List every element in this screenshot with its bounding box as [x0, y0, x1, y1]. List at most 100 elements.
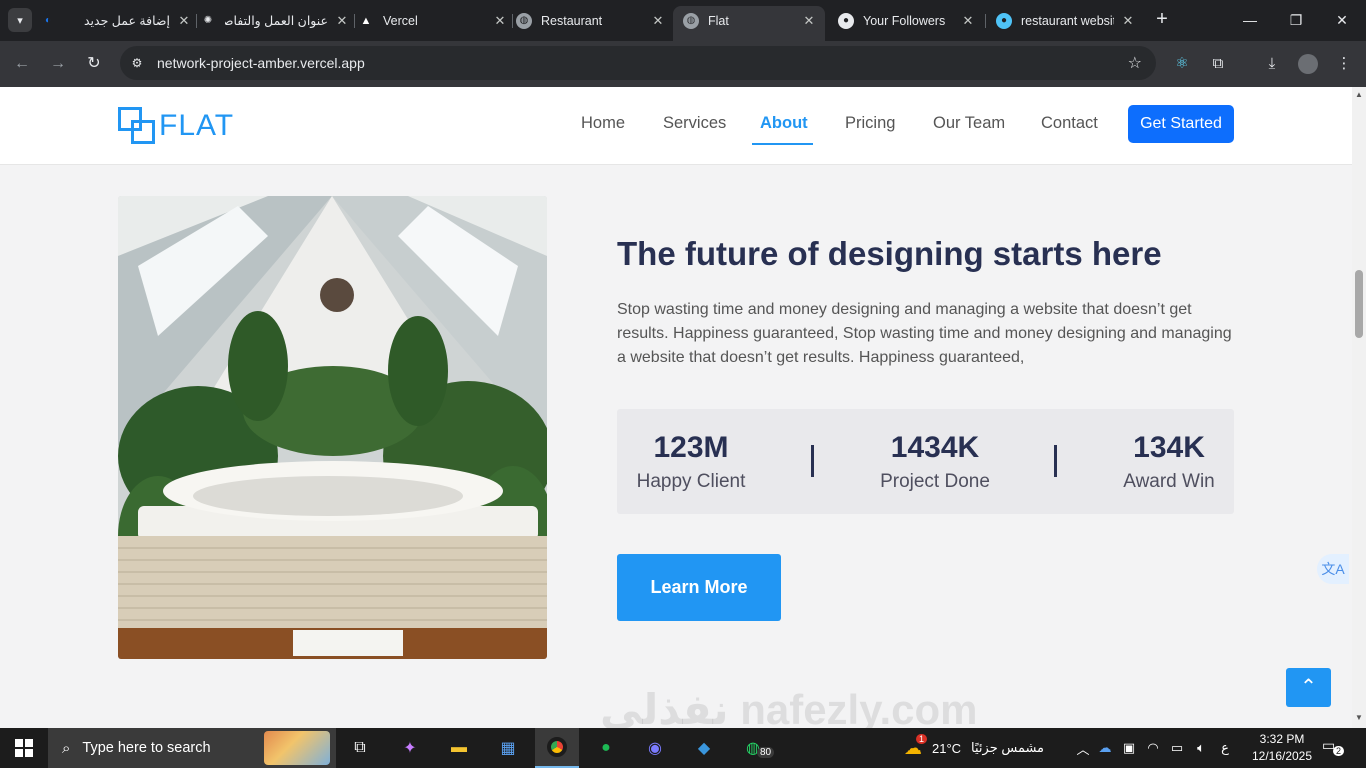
clock-date: 12/16/2025: [1251, 749, 1313, 763]
nav-home[interactable]: Home: [581, 114, 625, 133]
stat-project-done: 1434K Project Done: [875, 431, 995, 493]
windows-logo-icon: [15, 739, 33, 757]
reload-icon[interactable]: ↻: [82, 52, 106, 76]
tab-chatgpt[interactable]: ✺ عنوان العمل والتفاصيل ✕: [200, 6, 350, 35]
address-bar[interactable]: ⚙ network-project-amber.vercel.app ☆: [120, 46, 1156, 80]
forward-icon[interactable]: →: [46, 52, 70, 76]
stat-value: 123M: [653, 431, 729, 464]
restore-icon[interactable]: ❐: [1284, 8, 1308, 32]
tab-separator: [985, 14, 986, 28]
tab-title: إضافة عمل جديد: [84, 14, 170, 28]
whatsapp-icon[interactable]: ◍ 80: [731, 728, 775, 768]
tab-title: Vercel: [383, 13, 418, 28]
input-language[interactable]: ع: [1213, 740, 1237, 756]
close-icon[interactable]: ✕: [492, 13, 508, 29]
close-icon[interactable]: ✕: [176, 13, 192, 29]
vercel-icon: ▲: [360, 14, 372, 27]
onedrive-icon[interactable]: ☁: [1093, 740, 1117, 756]
tab-restaurant[interactable]: ◍ Restaurant ✕: [516, 6, 666, 35]
copilot-icon[interactable]: ✦: [388, 728, 432, 768]
vscode-icon[interactable]: ◆: [682, 728, 726, 768]
nav-our-team[interactable]: Our Team: [933, 114, 1005, 133]
taskbar-search[interactable]: ⌕ Type here to search: [48, 728, 336, 768]
weather-icon: ☁ 1: [904, 733, 928, 759]
stat-divider: [1054, 445, 1057, 477]
watermark: نفذلي nafezly.com: [600, 686, 978, 728]
minimize-icon[interactable]: —: [1238, 8, 1262, 32]
nav-about[interactable]: About: [760, 114, 808, 133]
battery-icon[interactable]: ▭: [1165, 740, 1189, 756]
page-scrollbar[interactable]: ▲ ▼: [1352, 87, 1366, 728]
nafezly-icon: ◐: [44, 15, 52, 26]
notification-center-icon[interactable]: ▭ 2: [1322, 737, 1346, 759]
site-header: FLAT Home Services About Pricing Our Tea…: [0, 87, 1352, 165]
stat-label: Award Win: [1123, 471, 1215, 492]
file-explorer-icon[interactable]: ▬: [437, 728, 481, 768]
react-devtools-icon[interactable]: ⚛: [1170, 52, 1194, 76]
tab-separator: [512, 14, 513, 28]
tab-nafezly[interactable]: ◐ إضافة عمل جديد ✕: [40, 6, 192, 35]
tab-restaurant-website[interactable]: ● restaurant website ✕: [996, 6, 1136, 35]
scroll-to-top-button[interactable]: ⌃: [1286, 668, 1331, 707]
menu-kebab-icon[interactable]: ⋮: [1332, 52, 1356, 76]
notification-count: 2: [1333, 746, 1345, 756]
weather-temp: 21°C: [932, 740, 962, 756]
site-settings-icon[interactable]: ⚙: [128, 54, 146, 72]
start-button[interactable]: [0, 728, 48, 768]
task-view-icon[interactable]: ⧉: [338, 728, 382, 768]
scroll-down-arrow-icon[interactable]: ▼: [1355, 713, 1363, 722]
tab-title: Restaurant: [541, 13, 603, 28]
tab-flat[interactable]: ◍ Flat ✕: [673, 6, 825, 41]
close-window-icon[interactable]: ✕: [1330, 8, 1354, 32]
site-icon: ●: [996, 12, 1012, 29]
meet-now-icon[interactable]: ▣: [1117, 740, 1141, 756]
scroll-up-arrow-icon[interactable]: ▲: [1355, 90, 1363, 99]
learn-more-button[interactable]: Learn More: [617, 554, 781, 621]
nav-pricing[interactable]: Pricing: [845, 114, 895, 133]
close-icon[interactable]: ✕: [801, 13, 817, 29]
logo-text: FLAT: [159, 108, 235, 142]
system-tray: ︿ ☁ ▣ ◠ ▭ 🔈︎ ع: [1073, 728, 1237, 768]
wifi-icon[interactable]: ◠: [1141, 740, 1165, 756]
tab-github-followers[interactable]: ● Your Followers ✕: [838, 6, 976, 35]
nav-contact[interactable]: Contact: [1041, 114, 1098, 133]
profile-avatar[interactable]: [1296, 52, 1320, 76]
tab-search-dropdown-button[interactable]: ▾: [8, 8, 32, 32]
logo[interactable]: FLAT: [118, 107, 234, 144]
about-image: [118, 196, 547, 659]
extensions-icon[interactable]: ⧉: [1206, 52, 1230, 76]
close-icon[interactable]: ✕: [334, 13, 350, 29]
tab-separator: [196, 14, 197, 28]
weather-widget[interactable]: ☁ 1 21°C مشمس جزئيًا: [904, 728, 1044, 768]
url-text[interactable]: network-project-amber.vercel.app: [157, 55, 365, 71]
spotify-icon[interactable]: ●: [584, 728, 628, 768]
windows-taskbar: ⌕ Type here to search ⧉ ✦ ▬ ▦ ● ◉ ◆ ◍ 80 …: [0, 728, 1366, 768]
chrome-icon[interactable]: [535, 728, 579, 768]
microsoft-store-icon[interactable]: ▦: [486, 728, 530, 768]
tab-separator: [354, 14, 355, 28]
discord-icon[interactable]: ◉: [633, 728, 677, 768]
tab-title: restaurant website: [1021, 13, 1114, 28]
bookmark-star-icon[interactable]: ☆: [1128, 53, 1142, 73]
show-hidden-icons-icon[interactable]: ︿: [1073, 739, 1093, 758]
back-icon[interactable]: ←: [10, 52, 34, 76]
github-icon: ●: [838, 12, 854, 29]
weather-text: مشمس جزئيًا: [971, 740, 1045, 755]
stat-label: Happy Client: [636, 471, 746, 492]
volume-icon[interactable]: 🔈︎: [1189, 740, 1213, 756]
close-icon[interactable]: ✕: [1120, 13, 1136, 29]
new-tab-button[interactable]: +: [1151, 8, 1173, 30]
translate-icon[interactable]: 文A: [1317, 554, 1349, 584]
browser-tab-bar: ▾ ◐ إضافة عمل جديد ✕ ✺ عنوان العمل والتف…: [0, 0, 1366, 41]
taskbar-clock[interactable]: 3:32 PM 12/16/2025: [1243, 731, 1321, 765]
stat-value: 1434K: [890, 431, 980, 464]
scrollbar-thumb[interactable]: [1355, 270, 1363, 338]
stats-panel: 123M Happy Client 1434K Project Done 134…: [617, 409, 1234, 514]
close-icon[interactable]: ✕: [650, 13, 666, 29]
close-icon[interactable]: ✕: [960, 13, 976, 29]
nav-services[interactable]: Services: [663, 114, 726, 133]
download-icon[interactable]: ⤓: [1260, 52, 1284, 76]
chatgpt-icon: ✺: [203, 15, 213, 26]
get-started-button[interactable]: Get Started: [1128, 105, 1234, 143]
tab-vercel[interactable]: ▲ Vercel ✕: [358, 6, 508, 35]
